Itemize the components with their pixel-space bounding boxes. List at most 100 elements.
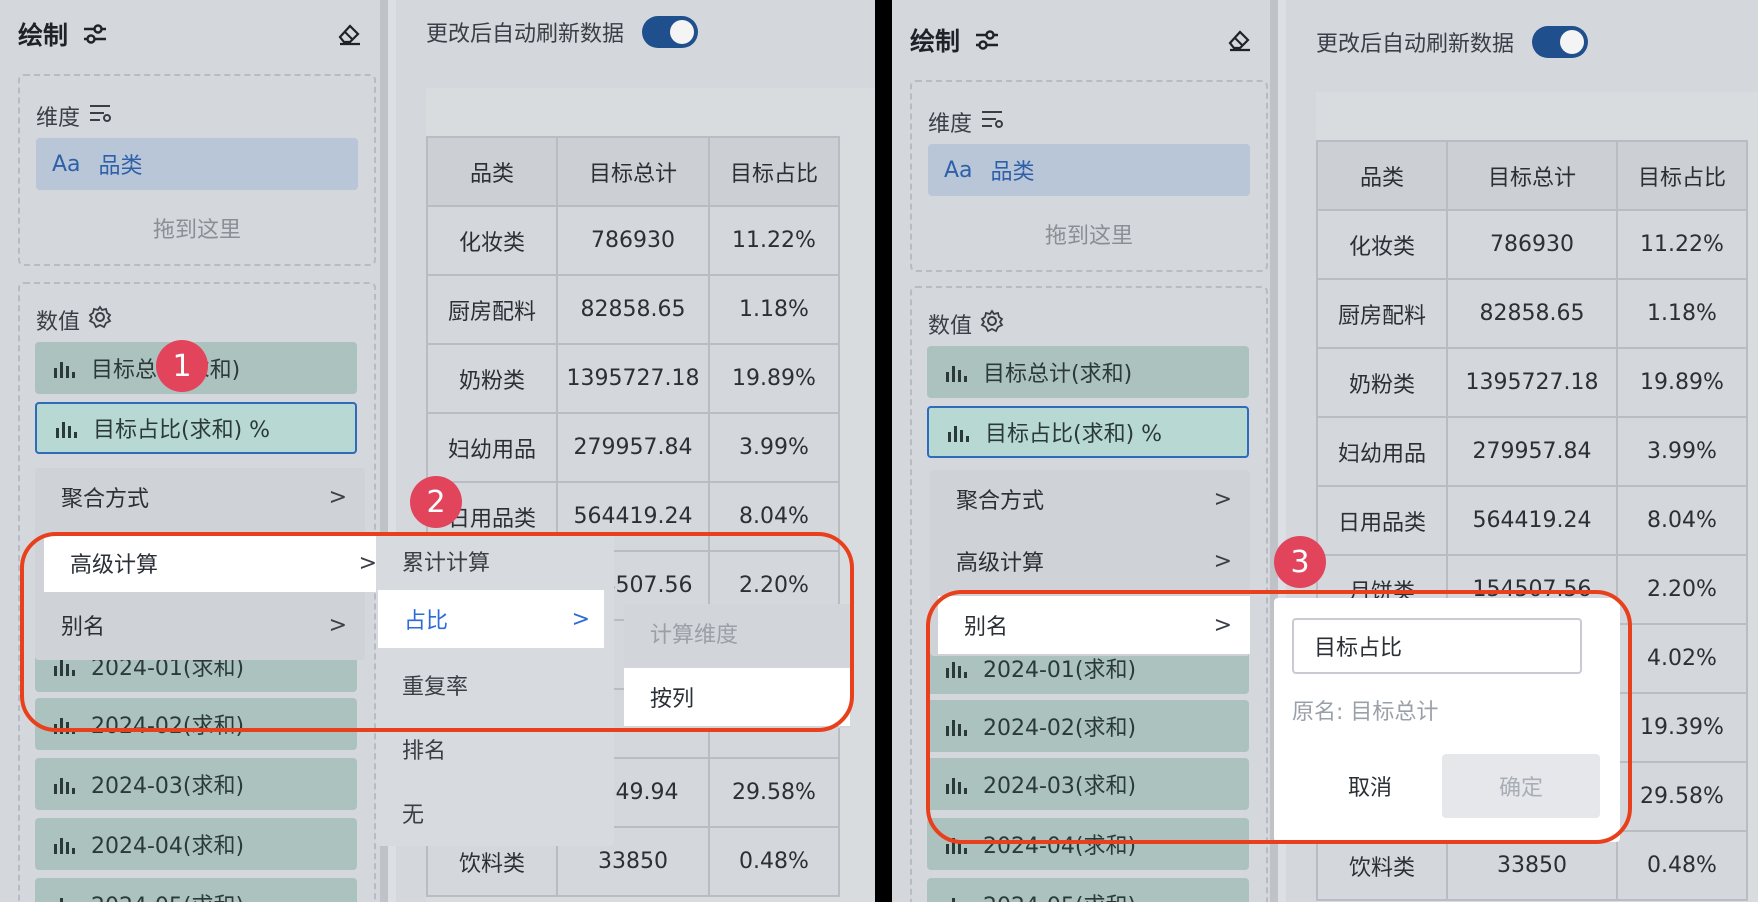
highlight-box-step-2 bbox=[20, 532, 854, 732]
highlight-box-step-3 bbox=[926, 590, 1632, 844]
measure-chip[interactable]: 2024-05(求和) bbox=[927, 878, 1249, 902]
table-cell: 化妆类 bbox=[426, 205, 558, 276]
column-header[interactable]: 品类 bbox=[426, 136, 558, 207]
table-row: 化妆类 786930 11.22% bbox=[426, 205, 840, 276]
gear-icon[interactable] bbox=[980, 309, 1004, 339]
toggle-knob bbox=[670, 20, 695, 44]
menu-item-advanced-calc[interactable]: 高级计算 > bbox=[930, 532, 1250, 590]
column-header[interactable]: 目标占比 bbox=[708, 136, 840, 207]
auto-refresh-label: 更改后自动刷新数据 bbox=[426, 22, 625, 47]
dimension-chip-label: 品类 bbox=[98, 154, 143, 179]
auto-refresh-toggle[interactable] bbox=[642, 16, 699, 48]
dimension-label: 维度 bbox=[36, 100, 112, 132]
table-cell: 29.58% bbox=[1616, 761, 1748, 832]
column-header[interactable]: 目标占比 bbox=[1616, 140, 1748, 211]
menu-item-label: 聚合方式 bbox=[61, 487, 150, 512]
bar-chart-icon bbox=[53, 358, 75, 378]
value-label: 数值 bbox=[928, 308, 1004, 340]
sidebar-title: 绘制 bbox=[910, 27, 961, 56]
table-cell: 11.22% bbox=[708, 205, 840, 276]
gear-icon[interactable] bbox=[88, 305, 112, 335]
measure-chip-active[interactable]: 目标占比(求和) % bbox=[35, 402, 357, 454]
step-badge-2: 2 bbox=[410, 476, 462, 528]
drop-hint: 拖到这里 bbox=[152, 218, 241, 243]
step-badge-3: 3 bbox=[1274, 536, 1326, 588]
value-label-text: 数值 bbox=[928, 314, 973, 339]
settings-sliders-icon[interactable] bbox=[82, 23, 108, 45]
measure-chip[interactable]: 2024-05(求和) bbox=[35, 878, 357, 902]
measure-chip-label: 目标占比(求和) % bbox=[985, 422, 1163, 447]
measure-chip[interactable]: 2024-03(求和) bbox=[35, 758, 357, 810]
menu-item-label: 高级计算 bbox=[956, 551, 1045, 576]
menu-item-aggregate[interactable]: 聚合方式 > bbox=[930, 470, 1250, 528]
table-cell: 279957.84 bbox=[1446, 416, 1618, 487]
table-cell: 19.39% bbox=[1616, 692, 1748, 763]
column-header[interactable]: 目标总计 bbox=[556, 136, 710, 207]
table-cell: 化妆类 bbox=[1316, 209, 1448, 280]
table-cell: 3.99% bbox=[1616, 416, 1748, 487]
eraser-icon[interactable] bbox=[1226, 28, 1252, 52]
settings-sliders-icon[interactable] bbox=[974, 29, 1000, 51]
dimension-label-text: 维度 bbox=[928, 112, 973, 137]
bar-chart-icon bbox=[55, 418, 77, 438]
measure-chip-label: 2024-05(求和) bbox=[983, 888, 1136, 902]
table-cell: 妇幼用品 bbox=[1316, 416, 1448, 487]
measure-chip[interactable]: 目标总计(求和) bbox=[927, 346, 1249, 398]
table-cell: 0.48% bbox=[1616, 830, 1748, 901]
value-label-text: 数值 bbox=[36, 310, 81, 335]
bar-chart-icon bbox=[53, 894, 75, 902]
table-row: 奶粉类 1395727.18 19.89% bbox=[1316, 347, 1748, 418]
chevron-right-icon: > bbox=[1213, 486, 1232, 512]
table-cell: 279957.84 bbox=[556, 412, 710, 483]
table-cell: 29.58% bbox=[708, 757, 840, 828]
filter-icon[interactable] bbox=[88, 103, 112, 129]
menu-item-label: 聚合方式 bbox=[956, 489, 1045, 514]
table-cell: 妇幼用品 bbox=[426, 412, 558, 483]
dimension-chip-label: 品类 bbox=[990, 160, 1035, 185]
table-row: 厨房配料 82858.65 1.18% bbox=[426, 274, 840, 345]
value-label: 数值 bbox=[36, 304, 112, 336]
table-cell: 564419.24 bbox=[1446, 485, 1618, 556]
table-row: 妇幼用品 279957.84 3.99% bbox=[1316, 416, 1748, 487]
table-cell: 1.18% bbox=[708, 274, 840, 345]
auto-refresh-row: 更改后自动刷新数据 bbox=[1316, 26, 1589, 58]
measure-chip-label: 目标总计(求和) bbox=[983, 362, 1133, 387]
auto-refresh-toggle[interactable] bbox=[1532, 26, 1589, 58]
table-cell: 786930 bbox=[556, 205, 710, 276]
table-cell: 8.04% bbox=[1616, 485, 1748, 556]
dimension-chip[interactable]: Aa 品类 bbox=[928, 144, 1250, 196]
table-cell: 厨房配料 bbox=[1316, 278, 1448, 349]
measure-chip-label: 目标占比(求和) % bbox=[93, 418, 271, 443]
bar-chart-icon bbox=[945, 362, 967, 382]
submenu-item-none[interactable]: 无 bbox=[376, 784, 614, 842]
filter-icon[interactable] bbox=[980, 109, 1004, 135]
table-cell: 奶粉类 bbox=[1316, 347, 1448, 418]
table-row: 化妆类 786930 11.22% bbox=[1316, 209, 1748, 280]
column-header[interactable]: 品类 bbox=[1316, 140, 1448, 211]
dimension-chip[interactable]: Aa 品类 bbox=[36, 138, 358, 190]
menu-item-aggregate[interactable]: 聚合方式 > bbox=[35, 468, 365, 526]
dimension-label-text: 维度 bbox=[36, 106, 81, 131]
bar-chart-icon bbox=[945, 894, 967, 902]
dimension-section: 维度 Aa 品类 拖到这里 bbox=[18, 74, 376, 266]
draw-sidebar: 绘制 维度 Aa 品类 拖到这里 数值 bbox=[0, 0, 388, 902]
table-row: 妇幼用品 279957.84 3.99% bbox=[426, 412, 840, 483]
measure-chip[interactable]: 2024-04(求和) bbox=[35, 818, 357, 870]
sidebar-header: 绘制 bbox=[18, 14, 362, 54]
measure-chip-active[interactable]: 目标占比(求和) % bbox=[927, 406, 1249, 458]
auto-refresh-label: 更改后自动刷新数据 bbox=[1316, 32, 1515, 57]
table-cell: 11.22% bbox=[1616, 209, 1748, 280]
table-cell: 日用品类 bbox=[1316, 485, 1448, 556]
chevron-right-icon: > bbox=[328, 484, 347, 510]
measure-chip-label: 2024-04(求和) bbox=[91, 834, 245, 859]
table-cell: 奶粉类 bbox=[426, 343, 558, 414]
column-header[interactable]: 目标总计 bbox=[1446, 140, 1618, 211]
table-header-row: 品类 目标总计 目标占比 bbox=[426, 136, 840, 207]
table-cell: 1.18% bbox=[1616, 278, 1748, 349]
table-cell: 厨房配料 bbox=[426, 274, 558, 345]
table-row: 厨房配料 82858.65 1.18% bbox=[1316, 278, 1748, 349]
table-cell: 82858.65 bbox=[1446, 278, 1618, 349]
eraser-icon[interactable] bbox=[336, 22, 362, 46]
drop-hint: 拖到这里 bbox=[1044, 224, 1133, 249]
table-cell: 3.99% bbox=[708, 412, 840, 483]
